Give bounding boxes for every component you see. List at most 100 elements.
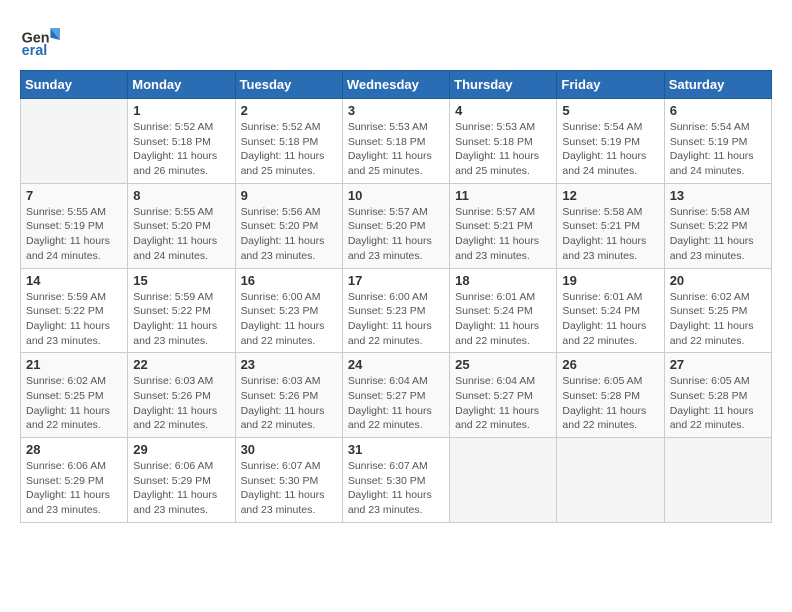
day-cell: 12 Sunrise: 5:58 AM Sunset: 5:21 PM Dayli… [557, 183, 664, 268]
header-cell-sunday: Sunday [21, 71, 128, 99]
header-row: SundayMondayTuesdayWednesdayThursdayFrid… [21, 71, 772, 99]
day-info: Sunrise: 6:03 AM Sunset: 5:26 PM Dayligh… [133, 374, 229, 433]
logo-icon: Gen eral [20, 20, 60, 60]
day-cell: 13 Sunrise: 5:58 AM Sunset: 5:22 PM Dayli… [664, 183, 771, 268]
day-cell: 4 Sunrise: 5:53 AM Sunset: 5:18 PM Daylig… [450, 99, 557, 184]
day-info: Sunrise: 5:57 AM Sunset: 5:21 PM Dayligh… [455, 205, 551, 264]
day-number: 31 [348, 442, 444, 457]
day-info: Sunrise: 5:59 AM Sunset: 5:22 PM Dayligh… [26, 290, 122, 349]
day-info: Sunrise: 6:06 AM Sunset: 5:29 PM Dayligh… [26, 459, 122, 518]
week-row-1: 1 Sunrise: 5:52 AM Sunset: 5:18 PM Daylig… [21, 99, 772, 184]
day-cell: 19Sunrise: 6:01 AM Sunset: 5:24 PM Dayli… [557, 268, 664, 353]
day-number: 25 [455, 357, 551, 372]
day-number: 14 [26, 273, 122, 288]
day-cell: 23 Sunrise: 6:03 AM Sunset: 5:26 PM Dayli… [235, 353, 342, 438]
day-cell: 27 Sunrise: 6:05 AM Sunset: 5:28 PM Dayli… [664, 353, 771, 438]
day-cell: 11 Sunrise: 5:57 AM Sunset: 5:21 PM Dayli… [450, 183, 557, 268]
day-number: 8 [133, 188, 229, 203]
day-info: Sunrise: 6:02 AM Sunset: 5:25 PM Dayligh… [26, 374, 122, 433]
day-info: Sunrise: 5:52 AM Sunset: 5:18 PM Dayligh… [133, 120, 229, 179]
day-number: 13 [670, 188, 766, 203]
day-info: Sunrise: 6:04 AM Sunset: 5:27 PM Dayligh… [455, 374, 551, 433]
day-cell: 30Sunrise: 6:07 AM Sunset: 5:30 PM Dayli… [235, 438, 342, 523]
day-number: 12 [562, 188, 658, 203]
day-info: Sunrise: 6:00 AM Sunset: 5:23 PM Dayligh… [348, 290, 444, 349]
day-info: Sunrise: 6:07 AM Sunset: 5:30 PM Dayligh… [348, 459, 444, 518]
day-cell [664, 438, 771, 523]
day-number: 15 [133, 273, 229, 288]
day-number: 21 [26, 357, 122, 372]
day-number: 19 [562, 273, 658, 288]
day-number: 5 [562, 103, 658, 118]
day-info: Sunrise: 5:58 AM Sunset: 5:22 PM Dayligh… [670, 205, 766, 264]
day-info: Sunrise: 5:56 AM Sunset: 5:20 PM Dayligh… [241, 205, 337, 264]
day-cell: 22 Sunrise: 6:03 AM Sunset: 5:26 PM Dayli… [128, 353, 235, 438]
day-cell: 9 Sunrise: 5:56 AM Sunset: 5:20 PM Daylig… [235, 183, 342, 268]
week-row-3: 14 Sunrise: 5:59 AM Sunset: 5:22 PM Dayli… [21, 268, 772, 353]
day-cell: 25 Sunrise: 6:04 AM Sunset: 5:27 PM Dayli… [450, 353, 557, 438]
day-info: Sunrise: 5:54 AM Sunset: 5:19 PM Dayligh… [670, 120, 766, 179]
header-cell-thursday: Thursday [450, 71, 557, 99]
header-cell-friday: Friday [557, 71, 664, 99]
day-info: Sunrise: 6:02 AM Sunset: 5:25 PM Dayligh… [670, 290, 766, 349]
day-number: 10 [348, 188, 444, 203]
day-cell: 20 Sunrise: 6:02 AM Sunset: 5:25 PM Dayli… [664, 268, 771, 353]
day-info: Sunrise: 6:04 AM Sunset: 5:27 PM Dayligh… [348, 374, 444, 433]
day-cell [557, 438, 664, 523]
day-cell: 28 Sunrise: 6:06 AM Sunset: 5:29 PM Dayli… [21, 438, 128, 523]
day-info: Sunrise: 5:54 AM Sunset: 5:19 PM Dayligh… [562, 120, 658, 179]
day-info: Sunrise: 6:03 AM Sunset: 5:26 PM Dayligh… [241, 374, 337, 433]
day-cell: 6 Sunrise: 5:54 AM Sunset: 5:19 PM Daylig… [664, 99, 771, 184]
day-cell: 16 Sunrise: 6:00 AM Sunset: 5:23 PM Dayli… [235, 268, 342, 353]
day-number: 26 [562, 357, 658, 372]
day-cell: 15Sunrise: 5:59 AM Sunset: 5:22 PM Dayli… [128, 268, 235, 353]
day-number: 27 [670, 357, 766, 372]
day-info: Sunrise: 6:05 AM Sunset: 5:28 PM Dayligh… [670, 374, 766, 433]
day-number: 7 [26, 188, 122, 203]
day-number: 17 [348, 273, 444, 288]
day-cell: 26 Sunrise: 6:05 AM Sunset: 5:28 PM Dayli… [557, 353, 664, 438]
day-info: Sunrise: 5:55 AM Sunset: 5:19 PM Dayligh… [26, 205, 122, 264]
day-number: 20 [670, 273, 766, 288]
day-info: Sunrise: 5:55 AM Sunset: 5:20 PM Dayligh… [133, 205, 229, 264]
day-cell: 17 Sunrise: 6:00 AM Sunset: 5:23 PM Dayli… [342, 268, 449, 353]
day-cell: 10Sunrise: 5:57 AM Sunset: 5:20 PM Dayli… [342, 183, 449, 268]
day-number: 4 [455, 103, 551, 118]
day-info: Sunrise: 6:06 AM Sunset: 5:29 PM Dayligh… [133, 459, 229, 518]
day-cell: 14 Sunrise: 5:59 AM Sunset: 5:22 PM Dayli… [21, 268, 128, 353]
day-info: Sunrise: 5:53 AM Sunset: 5:18 PM Dayligh… [348, 120, 444, 179]
day-cell: 31 Sunrise: 6:07 AM Sunset: 5:30 PM Dayli… [342, 438, 449, 523]
day-info: Sunrise: 6:05 AM Sunset: 5:28 PM Dayligh… [562, 374, 658, 433]
day-number: 23 [241, 357, 337, 372]
day-number: 22 [133, 357, 229, 372]
day-number: 1 [133, 103, 229, 118]
day-number: 11 [455, 188, 551, 203]
day-number: 16 [241, 273, 337, 288]
day-cell: 18Sunrise: 6:01 AM Sunset: 5:24 PM Dayli… [450, 268, 557, 353]
header-cell-tuesday: Tuesday [235, 71, 342, 99]
day-cell [450, 438, 557, 523]
header-cell-monday: Monday [128, 71, 235, 99]
day-number: 9 [241, 188, 337, 203]
day-cell: 1 Sunrise: 5:52 AM Sunset: 5:18 PM Daylig… [128, 99, 235, 184]
day-cell: 3 Sunrise: 5:53 AM Sunset: 5:18 PM Daylig… [342, 99, 449, 184]
day-number: 29 [133, 442, 229, 457]
day-cell: 8 Sunrise: 5:55 AM Sunset: 5:20 PM Daylig… [128, 183, 235, 268]
day-number: 3 [348, 103, 444, 118]
day-info: Sunrise: 5:53 AM Sunset: 5:18 PM Dayligh… [455, 120, 551, 179]
day-number: 28 [26, 442, 122, 457]
day-info: Sunrise: 6:00 AM Sunset: 5:23 PM Dayligh… [241, 290, 337, 349]
header-cell-wednesday: Wednesday [342, 71, 449, 99]
day-cell: 5 Sunrise: 5:54 AM Sunset: 5:19 PM Daylig… [557, 99, 664, 184]
day-number: 6 [670, 103, 766, 118]
day-number: 24 [348, 357, 444, 372]
week-row-5: 28 Sunrise: 6:06 AM Sunset: 5:29 PM Dayli… [21, 438, 772, 523]
day-cell: 7 Sunrise: 5:55 AM Sunset: 5:19 PM Daylig… [21, 183, 128, 268]
day-cell: 29 Sunrise: 6:06 AM Sunset: 5:29 PM Dayli… [128, 438, 235, 523]
day-info: Sunrise: 5:58 AM Sunset: 5:21 PM Dayligh… [562, 205, 658, 264]
day-number: 2 [241, 103, 337, 118]
day-cell: 2Sunrise: 5:52 AM Sunset: 5:18 PM Daylig… [235, 99, 342, 184]
calendar-header: SundayMondayTuesdayWednesdayThursdayFrid… [21, 71, 772, 99]
day-cell: 21 Sunrise: 6:02 AM Sunset: 5:25 PM Dayli… [21, 353, 128, 438]
day-cell [21, 99, 128, 184]
